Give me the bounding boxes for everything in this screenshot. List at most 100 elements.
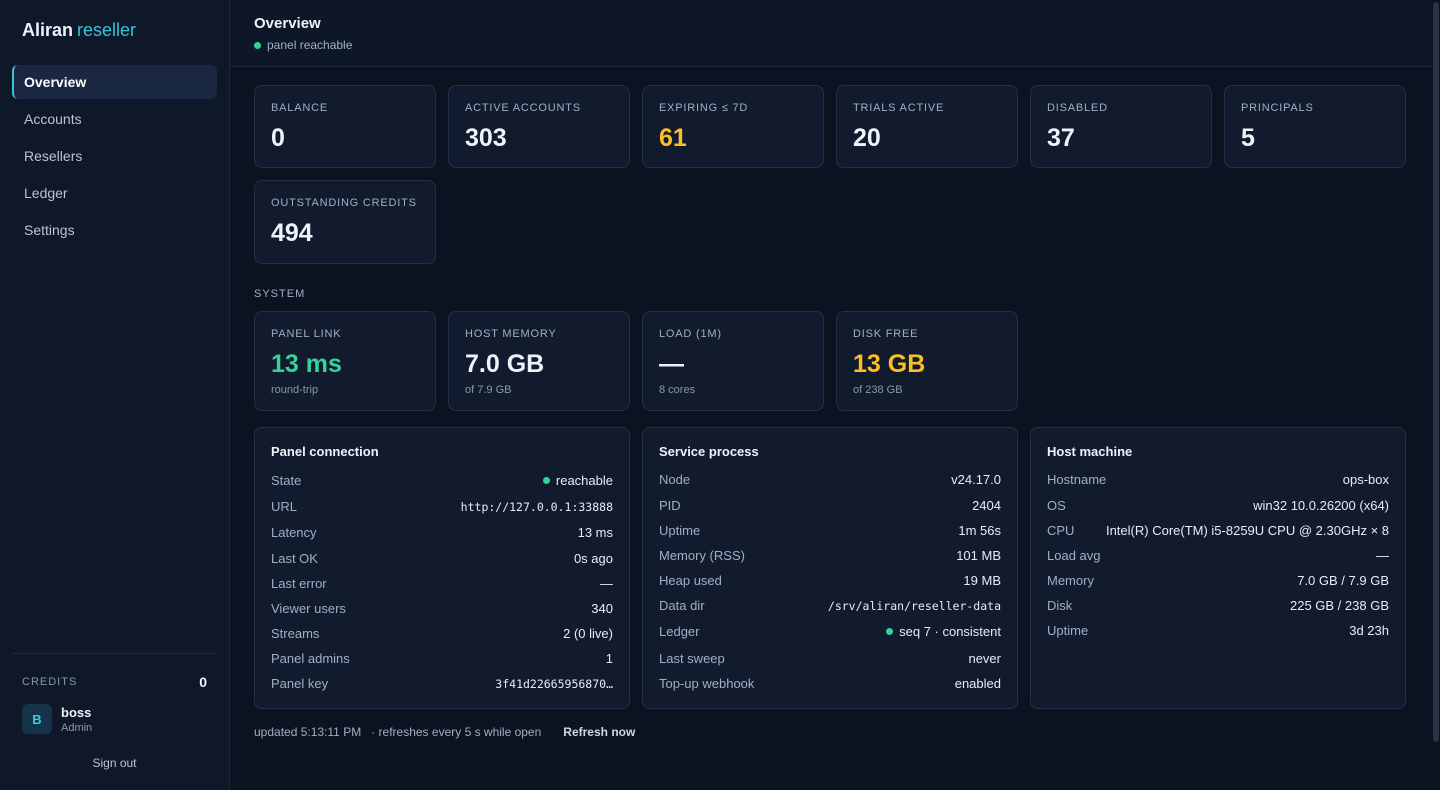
stat-value: 303 [465,124,507,152]
kv-key: Panel key [271,676,329,691]
kv-row-last-error: Last error — [271,576,613,591]
sidebar-footer: CREDITS 0 B boss Admin Sign out [12,653,217,770]
stat-card-disabled: DISABLED 37 [1030,85,1212,168]
sidebar-item-accounts[interactable]: Accounts [12,102,217,136]
sign-out-button[interactable]: Sign out [12,756,217,770]
scrollbar[interactable] [1432,0,1440,790]
kv-value: 7.0 GB / 7.9 GB [1297,573,1389,588]
kv-value: win32 10.0.26200 (x64) [1253,498,1389,513]
brand-name: Aliran [22,20,74,40]
stat-subtext: of 238 GB [853,384,903,396]
kv-row-os: OS win32 10.0.26200 (x64) [1047,498,1389,513]
stat-label: TRIALS ACTIVE [853,102,945,114]
kv-value: 1 [605,651,613,666]
kv-key: Memory [1047,573,1094,588]
stat-label: ACTIVE ACCOUNTS [465,102,581,114]
sidebar-item-resellers[interactable]: Resellers [12,139,217,173]
kv-key: State [271,473,302,488]
kv-row-uptime: Uptime 1m 56s [659,523,1001,538]
kv-value: 225 GB / 238 GB [1289,598,1389,613]
system-card-host-memory: HOST MEMORY 7.0 GB of 7.9 GB [448,311,630,411]
sidebar-item-settings[interactable]: Settings [12,213,217,247]
kv-row-streams: Streams 2 (0 live) [271,626,613,641]
kv-value: Intel(R) Core(TM) i5-8259U CPU @ 2.30GHz… [1105,523,1389,538]
kv-row-data-dir: Data dir /srv/aliran/reseller-data [659,598,1001,613]
status-dot-icon [542,477,550,484]
kv-value: 19 MB [963,573,1001,588]
kv-value: seq 7 · consistent [886,624,1001,639]
stat-value: 61 [659,124,687,152]
kv-row-viewer-users: Viewer users 340 [271,601,613,616]
kv-row-last-sweep: Last sweep never [659,651,1001,666]
stat-card-expiring: EXPIRING ≤ 7D 61 [642,85,824,168]
kv-value: 2 (0 live) [563,626,613,641]
kv-row-latency: Latency 13 ms [271,525,613,540]
system-card-disk-free: DISK FREE 13 GB of 238 GB [836,311,1018,411]
kv-value: v24.17.0 [951,472,1001,487]
stat-subtext: round-trip [271,384,319,396]
kv-row-panel-admins: Panel admins 1 [271,651,613,666]
kv-value: http://127.0.0.1:33888 [460,499,613,514]
stat-card-trials-active: TRIALS ACTIVE 20 [836,85,1018,168]
kv-value: 1m 56s [958,523,1001,538]
stat-value: 7.0 GB [465,350,545,378]
panel-status: panel reachable [254,38,352,52]
kv-value: 3f41d22665956870… [495,676,613,691]
brand-logo[interactable]: Aliran reseller [22,20,136,41]
credits-summary: CREDITS 0 [22,674,207,690]
kv-row-url: URL http://127.0.0.1:33888 [271,499,613,514]
kv-value: never [968,651,1001,666]
stat-value: 13 ms [271,350,342,378]
state-value: reachable [555,473,613,488]
stat-value: 13 GB [853,350,926,378]
kv-key: Ledger [659,624,700,639]
kv-key: Latency [271,525,317,540]
section-heading-system: SYSTEM [254,288,306,300]
user-role: Admin [61,721,93,734]
refresh-note: · refreshes every 5 s while open [371,725,542,739]
status-dot-icon [886,628,894,635]
user-profile: B boss Admin [22,704,92,734]
stat-value: — [659,350,684,378]
kv-row-load-avg: Load avg — [1047,548,1389,563]
kv-row-top-up-webhook: Top-up webhook enabled [659,676,1001,691]
kv-value: 13 ms [577,525,613,540]
stat-subtext: 8 cores [659,384,696,396]
kv-key: Node [659,472,691,487]
stat-value: 0 [271,124,285,152]
scrollbar-thumb[interactable] [1433,2,1439,742]
kv-key: Viewer users [271,601,346,616]
stat-label: OUTSTANDING CREDITS [271,197,417,209]
sidebar-item-ledger[interactable]: Ledger [12,176,217,210]
stat-label: HOST MEMORY [465,328,557,340]
kv-row-pid: PID 2404 [659,498,1001,513]
kv-key: Uptime [659,523,701,538]
stat-value: 37 [1047,124,1075,152]
kv-value: 101 MB [956,548,1001,563]
kv-row-heap-used: Heap used 19 MB [659,573,1001,588]
kv-key: Panel admins [271,651,350,666]
kv-key: Last sweep [659,651,725,666]
kv-row-cpu: CPU Intel(R) Core(TM) i5-8259U CPU @ 2.3… [1047,523,1389,538]
ledger-value: seq 7 · consistent [899,624,1001,639]
refresh-now-button[interactable]: Refresh now [563,725,635,739]
avatar: B [22,704,52,734]
kv-value: 3d 23h [1349,623,1389,638]
panel-connection-card: Panel connection State reachable URL htt… [254,427,630,709]
kv-key: Data dir [659,598,705,613]
status-dot-icon [254,41,261,49]
kv-key: CPU [1047,523,1075,538]
kv-value: enabled [954,676,1001,691]
service-process-card: Service process Node v24.17.0 PID 2404 U… [642,427,1018,709]
stat-label: DISK FREE [853,328,919,340]
panel-title: Host machine [1047,444,1133,459]
stat-value: 20 [853,124,881,152]
kv-key: PID [659,498,681,513]
credits-label: CREDITS [22,676,78,688]
kv-key: Disk [1047,598,1073,613]
stat-label: PRINCIPALS [1241,102,1314,114]
stat-label: DISABLED [1047,102,1108,114]
kv-value: — [1376,548,1389,563]
sidebar-item-overview[interactable]: Overview [12,65,217,99]
stat-card-outstanding-credits: OUTSTANDING CREDITS 494 [254,180,436,264]
